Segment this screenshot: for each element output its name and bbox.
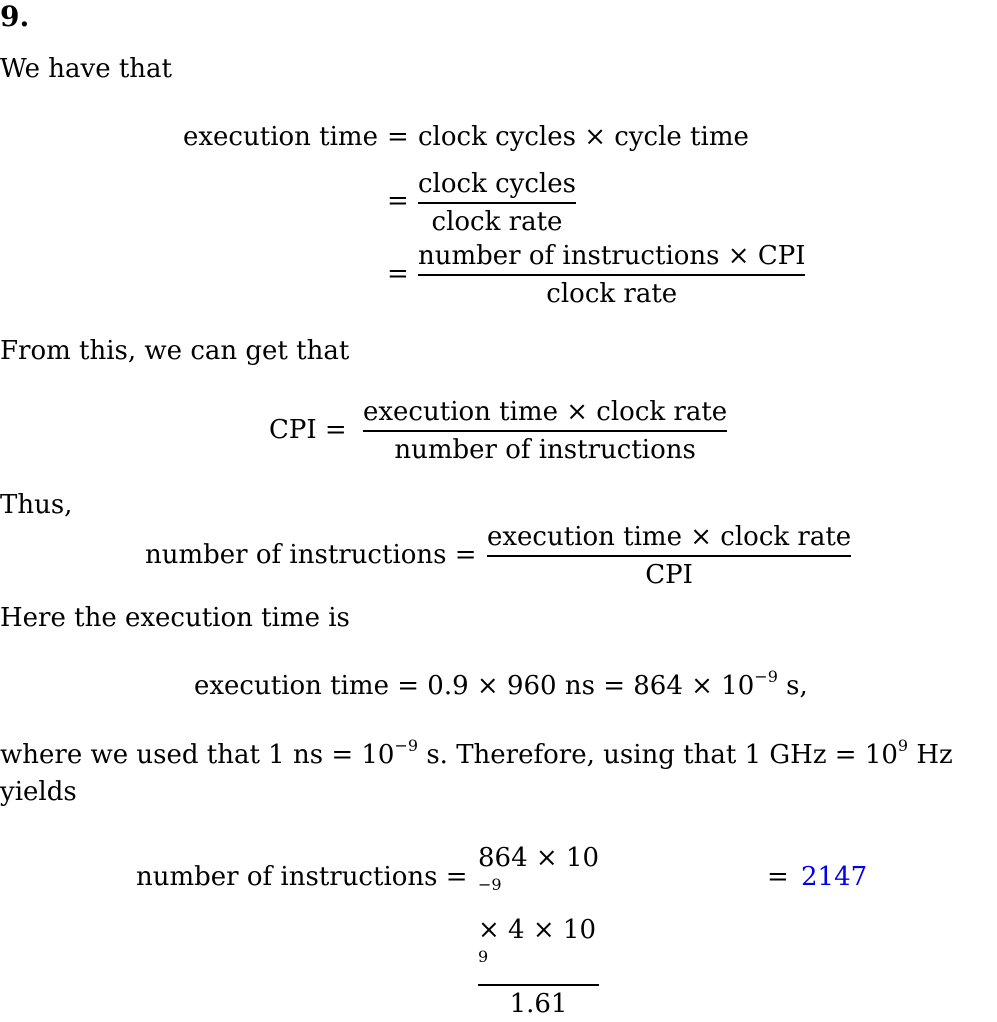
eq1-fraction-2-denominator: clock rate: [431, 207, 563, 237]
where-part-2: s. Therefore, using that 1 GHz = 10: [418, 740, 898, 770]
from-this-text: From this, we can get that: [0, 336, 350, 366]
here-text: Here the execution time is: [0, 603, 350, 633]
eq4-line: execution time = 0.9 × 960 ns = 864 × 10…: [194, 669, 808, 702]
eq4-exponent: −9: [754, 667, 778, 686]
eq5-num-a-exp: −9: [478, 875, 502, 894]
eq5-num-b: × 4 × 10: [478, 915, 596, 945]
where-part-3: Hz: [908, 740, 953, 770]
where-line-2: yields: [0, 777, 77, 807]
eq1-equals-2: =: [387, 186, 409, 216]
eq5-result: 2147: [801, 862, 868, 892]
eq1-equals-1: =: [387, 122, 409, 152]
eq5-num-a: 864 × 10: [478, 843, 600, 873]
eq4-part-b: s,: [777, 671, 808, 701]
where-part-1: where we used that 1 ns = 10: [0, 740, 395, 770]
eq5-fraction: 864 × 10 −9 × 4 × 10 9 1.61: [478, 840, 600, 1022]
eq3-denominator: CPI: [645, 560, 693, 590]
eq5-denominator: 1.61: [509, 989, 568, 1019]
eq5-num-b-exp: 9: [478, 947, 489, 966]
eq1-fraction-2-numerator: clock cycles: [418, 169, 576, 199]
where-exponent-2: 9: [897, 736, 909, 755]
eq1-equals-3: =: [387, 259, 409, 289]
where-exponent-1: −9: [394, 736, 419, 755]
eq1-fraction-3-denominator: clock rate: [546, 279, 678, 309]
eq1-lhs: execution time: [183, 122, 378, 152]
eq2-lhs: CPI =: [269, 415, 347, 445]
eq3-fraction: execution time × clock rate CPI: [487, 519, 852, 593]
eq3-lhs: number of instructions =: [145, 540, 477, 570]
eq5-numerator: 864 × 10 −9 × 4 × 10 9: [478, 840, 599, 984]
eq1-fraction-2: clock cycles clock rate: [418, 166, 576, 240]
eq2-fraction: execution time × clock rate number of in…: [363, 394, 728, 468]
intro-text: We have that: [0, 54, 172, 84]
eq2-numerator: execution time × clock rate: [363, 397, 728, 427]
eq3-numerator: execution time × clock rate: [487, 522, 852, 552]
eq2-denominator: number of instructions: [394, 435, 696, 465]
eq1-fraction-3: number of instructions × CPI clock rate: [418, 238, 806, 312]
eq1-fraction-3-numerator: number of instructions × CPI: [418, 241, 806, 271]
eq5-lhs: number of instructions =: [136, 862, 468, 892]
eq4-part-a: execution time = 0.9 × 960 ns = 864 × 10: [194, 671, 755, 701]
section-number: 9.: [0, 0, 30, 33]
eq1-rhs-1: clock cycles × cycle time: [418, 122, 749, 152]
eq5-equals: =: [767, 862, 789, 892]
where-line-1: where we used that 1 ns = 10−9 s. Theref…: [0, 738, 953, 771]
thus-text: Thus,: [0, 490, 73, 520]
